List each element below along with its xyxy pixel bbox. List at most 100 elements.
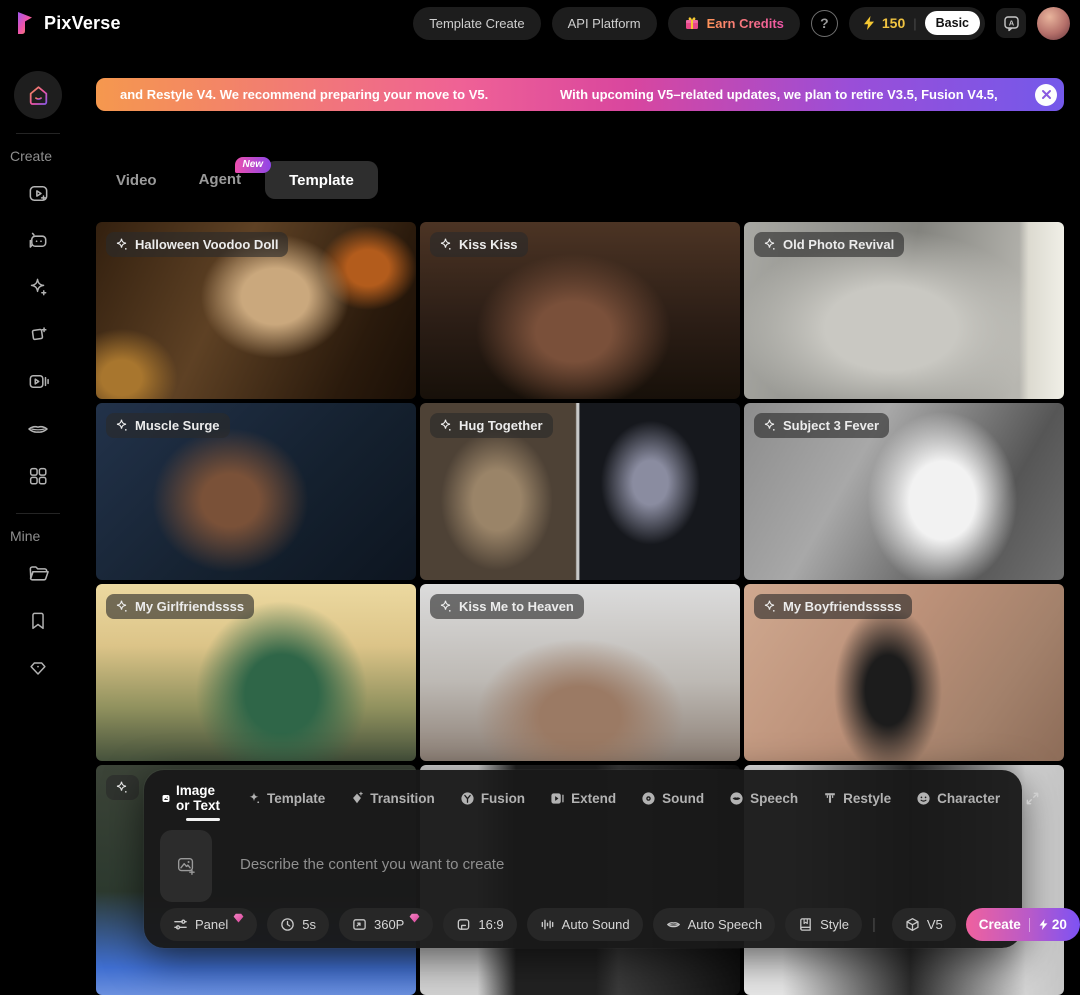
prompt-row: Describe the content you want to create <box>160 830 1006 902</box>
tab-agent[interactable]: Agent <box>199 171 242 188</box>
banner-close-button[interactable] <box>1035 84 1057 106</box>
resolution-button[interactable]: 360P <box>339 908 433 941</box>
template-card-subject-3-fever[interactable]: Subject 3 Fever <box>744 403 1064 580</box>
gift-icon <box>684 15 700 31</box>
sidebar: Create <box>0 46 76 966</box>
template-card-title: Kiss Kiss <box>459 237 518 252</box>
plan-badge[interactable]: Basic <box>925 11 980 35</box>
sidebar-item-rewards[interactable] <box>14 644 62 691</box>
prompt-input[interactable]: Describe the content you want to create <box>240 830 1006 873</box>
lips-icon <box>666 917 681 932</box>
sidebar-item-home[interactable] <box>14 71 62 119</box>
template-card-label: My Boyfriendsssss <box>754 594 912 619</box>
gem-tag-icon <box>27 657 49 679</box>
panel-tab-extend[interactable]: Extend <box>550 791 616 814</box>
api-platform-button[interactable]: API Platform <box>552 7 657 40</box>
brand-logo[interactable]: PixVerse <box>14 11 121 35</box>
auto-speech-button[interactable]: Auto Speech <box>653 908 775 941</box>
model-version-button[interactable]: V5 <box>892 908 956 941</box>
create-cost: 20 <box>1038 917 1067 932</box>
header-actions: Template Create API Platform Earn Credit… <box>413 7 1070 40</box>
character-face-icon <box>916 791 931 806</box>
sidebar-item-lip-sync[interactable] <box>14 405 62 452</box>
resolution-icon <box>352 917 367 932</box>
sidebar-item-apps[interactable] <box>14 452 62 499</box>
panel-tab-transition[interactable]: Transition <box>350 791 435 814</box>
template-card-label <box>106 775 139 800</box>
create-divider <box>1029 918 1030 932</box>
sidebar-item-favorites[interactable] <box>14 597 62 644</box>
template-card-muscle-surge[interactable]: Muscle Surge <box>96 403 416 580</box>
premium-gem-icon <box>233 913 244 923</box>
sidebar-item-assets[interactable] <box>14 550 62 597</box>
user-avatar[interactable] <box>1037 7 1070 40</box>
panel-tab-label: Restyle <box>843 791 891 806</box>
panel-tab-template[interactable]: Template <box>247 791 325 814</box>
template-card-halloween-voodoo-doll[interactable]: Halloween Voodoo Doll <box>96 222 416 399</box>
panel-tab-label: Sound <box>662 791 704 806</box>
upload-image-button[interactable] <box>160 830 212 902</box>
panel-tab-image-or-text[interactable]: Image or Text <box>162 783 222 821</box>
credits-pill[interactable]: 150 | Basic <box>849 7 985 40</box>
template-card-title: Subject 3 Fever <box>783 418 879 433</box>
sidebar-divider <box>16 133 60 134</box>
expand-panel-button[interactable] <box>1025 791 1040 814</box>
sparkle-icon <box>438 418 453 433</box>
top-bar: PixVerse Template Create API Platform Ea… <box>0 0 1080 46</box>
sparkle-plus-icon <box>27 276 50 299</box>
sidebar-item-extend[interactable] <box>14 358 62 405</box>
panel-tab-character[interactable]: Character <box>916 791 1000 814</box>
folder-icon <box>27 562 50 585</box>
template-card-title: Kiss Me to Heaven <box>459 599 574 614</box>
sidebar-item-effects[interactable] <box>14 264 62 311</box>
resolution-label: 360P <box>374 917 404 932</box>
aspect-ratio-label: 16:9 <box>478 917 503 932</box>
template-card-label: Muscle Surge <box>106 413 230 438</box>
template-card-label: Kiss Me to Heaven <box>430 594 584 619</box>
feedback-button[interactable]: A <box>996 8 1026 38</box>
panel-tab-restyle[interactable]: Restyle <box>823 791 891 814</box>
clock-icon <box>280 917 295 932</box>
tab-template[interactable]: Template <box>265 161 378 199</box>
template-sparkle-icon <box>247 791 261 805</box>
help-icon: ? <box>820 15 829 31</box>
sidebar-item-agent[interactable] <box>14 217 62 264</box>
template-card-my-girlfriendssss[interactable]: My Girlfriendssss <box>96 584 416 761</box>
feedback-icon: A <box>1003 15 1020 32</box>
sound-icon <box>641 791 656 806</box>
auto-sound-button[interactable]: Auto Sound <box>527 908 643 941</box>
bookmark-icon <box>27 610 49 632</box>
template-card-hug-together[interactable]: Hug Together <box>420 403 740 580</box>
panel-settings-button[interactable]: Panel <box>160 908 257 941</box>
duration-label: 5s <box>302 917 316 932</box>
panel-tab-speech[interactable]: Speech <box>729 791 798 814</box>
template-card-title: My Boyfriendsssss <box>783 599 902 614</box>
style-button[interactable]: Style <box>785 908 862 941</box>
lightning-bolt-icon <box>862 15 876 31</box>
create-button[interactable]: Create 20 <box>966 908 1080 941</box>
panel-tab-sound[interactable]: Sound <box>641 791 704 814</box>
earn-credits-button[interactable]: Earn Credits <box>668 7 800 40</box>
template-card-kiss-me-to-heaven[interactable]: Kiss Me to Heaven <box>420 584 740 761</box>
template-card-old-photo-revival[interactable]: Old Photo Revival <box>744 222 1064 399</box>
generation-controls: Panel 5s 360P <box>160 908 1006 941</box>
panel-tab-label: Speech <box>750 791 798 806</box>
template-card-title: Hug Together <box>459 418 543 433</box>
home-icon <box>26 83 51 108</box>
sidebar-item-transition[interactable] <box>14 311 62 358</box>
speech-lips-icon <box>729 791 744 806</box>
panel-tab-fusion[interactable]: Fusion <box>460 791 525 814</box>
template-card-kiss-kiss[interactable]: Kiss Kiss <box>420 222 740 399</box>
template-create-button[interactable]: Template Create <box>413 7 540 40</box>
tab-video[interactable]: Video <box>116 172 157 189</box>
aspect-ratio-button[interactable]: 16:9 <box>443 908 516 941</box>
sidebar-item-video-create[interactable] <box>14 170 62 217</box>
waveform-icon <box>540 917 555 932</box>
sparkle-icon <box>114 599 129 614</box>
help-button[interactable]: ? <box>811 10 838 37</box>
brand-name: PixVerse <box>44 13 121 34</box>
duration-button[interactable]: 5s <box>267 908 329 941</box>
template-card-my-boyfriendsssss[interactable]: My Boyfriendsssss <box>744 584 1064 761</box>
video-create-icon <box>27 182 50 205</box>
panel-tab-label: Character <box>937 791 1000 806</box>
